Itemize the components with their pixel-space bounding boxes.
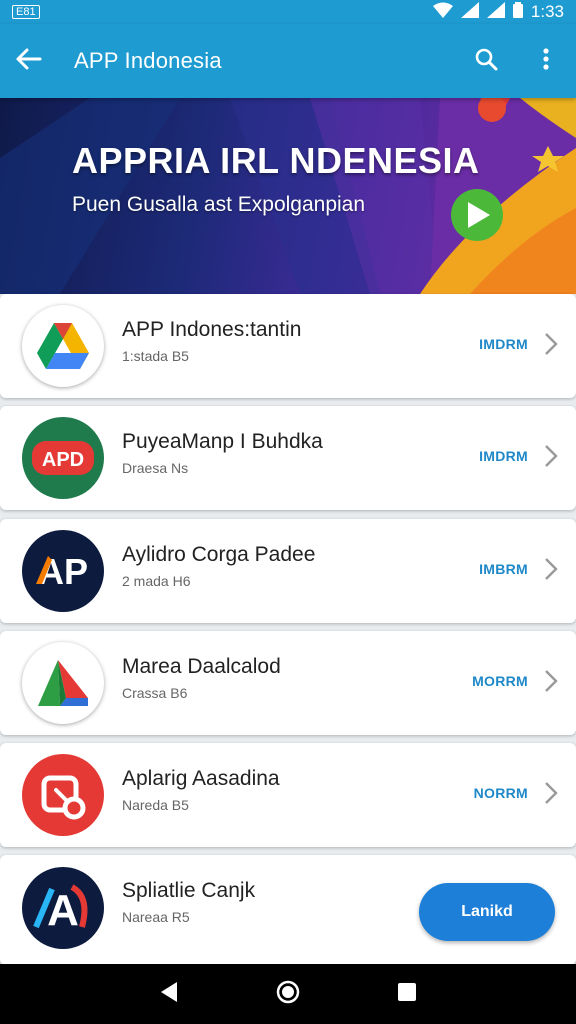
- nav-recents-icon: [397, 982, 417, 1007]
- app-meta: Crassa B6: [122, 685, 188, 701]
- chevron-right-icon: [544, 669, 558, 698]
- list-item[interactable]: APD PuyeaManp I Buhdka Draesa Ns IMDRM: [0, 406, 576, 510]
- nav-home-button[interactable]: [268, 974, 308, 1014]
- list-item[interactable]: AP Aylidro Corga Padee 2 mada H6 IMBRM: [0, 519, 576, 623]
- page-title: APP Indonesia: [74, 48, 222, 73]
- wifi-icon: [432, 2, 453, 23]
- install-button[interactable]: Lanikd: [419, 883, 555, 941]
- signal-icon: [460, 1, 479, 23]
- app-name: PuyeaManp I Buhdka: [122, 430, 323, 453]
- battery-icon: [512, 1, 523, 23]
- app-name: Marea Daalcalod: [122, 655, 281, 678]
- drive-triangle-icon: [22, 305, 104, 387]
- app-name: APP Indones:tantin: [122, 318, 302, 341]
- more-options-button[interactable]: [516, 24, 576, 98]
- notification-badge: E81: [12, 5, 40, 19]
- nav-back-button[interactable]: [149, 974, 189, 1014]
- app-bar: APP Indonesia: [0, 24, 576, 98]
- system-nav-bar: [0, 964, 576, 1024]
- nav-home-icon: [276, 980, 300, 1009]
- install-link[interactable]: IMDRM: [479, 336, 528, 352]
- green-triangle-icon: [22, 642, 104, 724]
- install-link[interactable]: IMBRM: [479, 561, 528, 577]
- ap-logo-icon: AP: [22, 530, 104, 612]
- promo-banner[interactable]: APPRIA IRL NDENESIA Puen Gusalla ast Exp…: [0, 98, 576, 294]
- chevron-right-icon: [544, 557, 558, 586]
- banner-subtitle: Puen Gusalla ast Expolganpian: [72, 193, 366, 216]
- app-name: Spliatlie Canjk: [122, 879, 256, 902]
- status-bar: E81 1:33: [0, 0, 576, 24]
- install-link[interactable]: MORRM: [472, 673, 528, 689]
- app-meta: Nareda B5: [122, 797, 189, 813]
- a-logo-icon: A: [22, 867, 104, 949]
- apd-logo-text: APD: [42, 449, 84, 471]
- search-button[interactable]: [456, 24, 516, 98]
- app-meta: 1:stada B5: [122, 348, 189, 364]
- install-link[interactable]: IMDRM: [479, 448, 528, 464]
- list-item[interactable]: A Spliatlie Canjk Nareaa R5 Lanikd: [0, 855, 576, 965]
- more-vert-icon: [542, 47, 550, 76]
- chevron-right-icon: [544, 444, 558, 473]
- signal-icon-2: [486, 1, 505, 23]
- apd-logo-icon: APD: [22, 417, 104, 499]
- list-item[interactable]: APP Indones:tantin 1:stada B5 IMDRM: [0, 294, 576, 398]
- app-name: Aylidro Corga Padee: [122, 543, 316, 566]
- nav-recents-button[interactable]: [387, 974, 427, 1014]
- app-name: Aplarig Aasadina: [122, 767, 280, 790]
- app-meta: 2 mada H6: [122, 573, 191, 589]
- search-icon: [474, 47, 498, 76]
- list-item[interactable]: Aplarig Aasadina Nareda B5 NORRM: [0, 743, 576, 847]
- app-meta: Nareaa R5: [122, 909, 190, 925]
- nav-back-icon: [159, 981, 179, 1008]
- edit-circle-icon: [22, 754, 104, 836]
- chevron-right-icon: [544, 332, 558, 361]
- chevron-right-icon: [544, 781, 558, 810]
- install-link[interactable]: NORRM: [474, 785, 528, 801]
- clock: 1:33: [530, 2, 564, 21]
- banner-title: APPRIA IRL NDENESIA: [72, 140, 480, 181]
- app-meta: Draesa Ns: [122, 460, 189, 476]
- back-arrow-icon: [16, 48, 42, 75]
- list-item[interactable]: Marea Daalcalod Crassa B6 MORRM: [0, 631, 576, 735]
- back-button[interactable]: [0, 24, 58, 98]
